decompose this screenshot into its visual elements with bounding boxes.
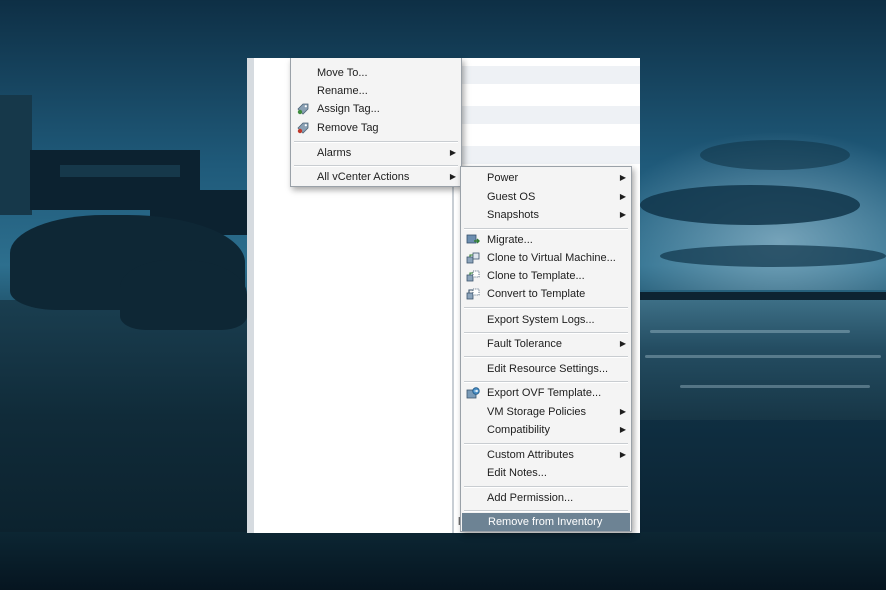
table-row[interactable]	[455, 66, 640, 84]
horizon	[640, 292, 886, 300]
menu-item-label: Edit Notes...	[487, 467, 547, 479]
menu-item-label: Rename...	[317, 85, 368, 97]
menu-item-compatibility[interactable]: Compatibility ▶	[461, 421, 631, 439]
menu-item-label: Assign Tag...	[317, 103, 380, 115]
menu-separator	[464, 486, 628, 488]
menu-separator	[294, 165, 458, 167]
menu-item-label: Export OVF Template...	[487, 387, 602, 399]
menu-item-label: VM Storage Policies	[487, 406, 587, 418]
menu-item-custom-attributes[interactable]: Custom Attributes ▶	[461, 446, 631, 464]
menu-item-convert-to-template[interactable]: Convert to Template	[461, 285, 631, 303]
submenu-arrow-icon: ▶	[619, 407, 626, 416]
cloud	[660, 245, 886, 267]
menu-item-edit-resource-settings[interactable]: Edit Resource Settings...	[461, 360, 631, 378]
menu-item-fault-tolerance[interactable]: Fault Tolerance ▶	[461, 335, 631, 353]
menu-item-label: Remove Tag	[317, 122, 379, 134]
table-row[interactable]	[455, 146, 640, 164]
submenu-arrow-icon: ▶	[619, 192, 626, 201]
menu-item-add-permission[interactable]: Add Permission...	[461, 489, 631, 507]
assign-tag-icon	[297, 103, 309, 115]
sea	[640, 300, 886, 420]
shore	[0, 532, 886, 590]
rock	[120, 260, 247, 330]
menu-separator	[464, 332, 628, 334]
menu-item-clone-to-vm[interactable]: Clone to Virtual Machine...	[461, 249, 631, 267]
building	[60, 165, 180, 177]
wave	[645, 355, 881, 358]
menu-separator	[464, 510, 628, 512]
menu-item-label: Compatibility	[487, 424, 550, 436]
menu-item-all-vcenter-actions[interactable]: All vCenter Actions ▶	[291, 168, 461, 186]
convert-template-icon	[466, 288, 480, 300]
menu-item-label: Remove from Inventory	[488, 516, 603, 528]
menu-item-move-to[interactable]: Move To...	[291, 64, 461, 82]
menu-item-migrate[interactable]: Migrate...	[461, 231, 631, 249]
menu-item-label: Clone to Virtual Machine...	[487, 252, 616, 264]
building	[0, 95, 32, 215]
menu-separator	[294, 141, 458, 143]
migrate-icon	[466, 234, 480, 244]
menu-item-label: Alarms	[317, 147, 352, 159]
submenu-arrow-icon: ▶	[619, 173, 626, 182]
export-ovf-icon	[466, 387, 480, 399]
submenu-arrow-icon: ▶	[619, 210, 626, 219]
menu-separator	[464, 307, 628, 309]
menu-item-label: Custom Attributes	[487, 449, 574, 461]
menu-separator	[464, 356, 628, 358]
table-row[interactable]	[455, 106, 640, 124]
vcenter-actions-submenu: Power ▶ Guest OS ▶ Snapshots ▶ Migrate..…	[460, 166, 632, 532]
menu-item-label: Fault Tolerance	[487, 338, 563, 350]
clone-vm-icon	[466, 252, 480, 264]
menu-separator	[464, 228, 628, 230]
menu-item-snapshots[interactable]: Snapshots ▶	[461, 206, 631, 224]
menu-item-label: Power	[487, 172, 519, 184]
menu-item-rename[interactable]: Rename...	[291, 82, 461, 100]
submenu-arrow-icon: ▶	[619, 450, 626, 459]
submenu-arrow-icon: ▶	[449, 172, 456, 181]
cloud	[700, 140, 850, 170]
menu-item-export-ovf-template[interactable]: Export OVF Template...	[461, 384, 631, 402]
menu-item-guest-os[interactable]: Guest OS ▶	[461, 188, 631, 206]
menu-item-label: Move To...	[317, 67, 368, 79]
wave	[680, 385, 870, 388]
menu-item-label: Clone to Template...	[487, 270, 585, 282]
menu-item-label: Add Permission...	[487, 492, 574, 504]
wave	[650, 330, 850, 333]
menu-item-label: Export System Logs...	[487, 314, 595, 326]
menu-item-label: Migrate...	[487, 234, 533, 246]
submenu-arrow-icon: ▶	[449, 148, 456, 157]
context-menu: Move To... Rename... Assign Tag... Remov…	[290, 58, 462, 187]
menu-item-remove-from-inventory[interactable]: Remove from Inventory	[462, 513, 630, 531]
menu-separator	[464, 381, 628, 383]
submenu-arrow-icon: ▶	[619, 339, 626, 348]
menu-item-remove-tag[interactable]: Remove Tag	[291, 119, 461, 137]
cloud	[640, 185, 860, 225]
clone-template-icon	[466, 270, 480, 282]
remove-tag-icon	[297, 122, 309, 134]
menu-item-label: Convert to Template	[487, 288, 586, 300]
menu-item-clone-to-template[interactable]: Clone to Template...	[461, 267, 631, 285]
menu-item-alarms[interactable]: Alarms ▶	[291, 144, 461, 162]
menu-item-edit-notes[interactable]: Edit Notes...	[461, 464, 631, 482]
menu-item-power[interactable]: Power ▶	[461, 169, 631, 187]
menu-item-export-system-logs[interactable]: Export System Logs...	[461, 311, 631, 329]
menu-item-label: Edit Resource Settings...	[487, 363, 609, 375]
submenu-arrow-icon: ▶	[619, 425, 626, 434]
menu-item-vm-storage-policies[interactable]: VM Storage Policies ▶	[461, 403, 631, 421]
menu-item-label: Guest OS	[487, 191, 536, 203]
menu-item-label: All vCenter Actions	[317, 171, 410, 183]
menu-item-assign-tag[interactable]: Assign Tag...	[291, 100, 461, 118]
menu-separator	[464, 443, 628, 445]
menu-item-label: Snapshots	[487, 209, 539, 221]
